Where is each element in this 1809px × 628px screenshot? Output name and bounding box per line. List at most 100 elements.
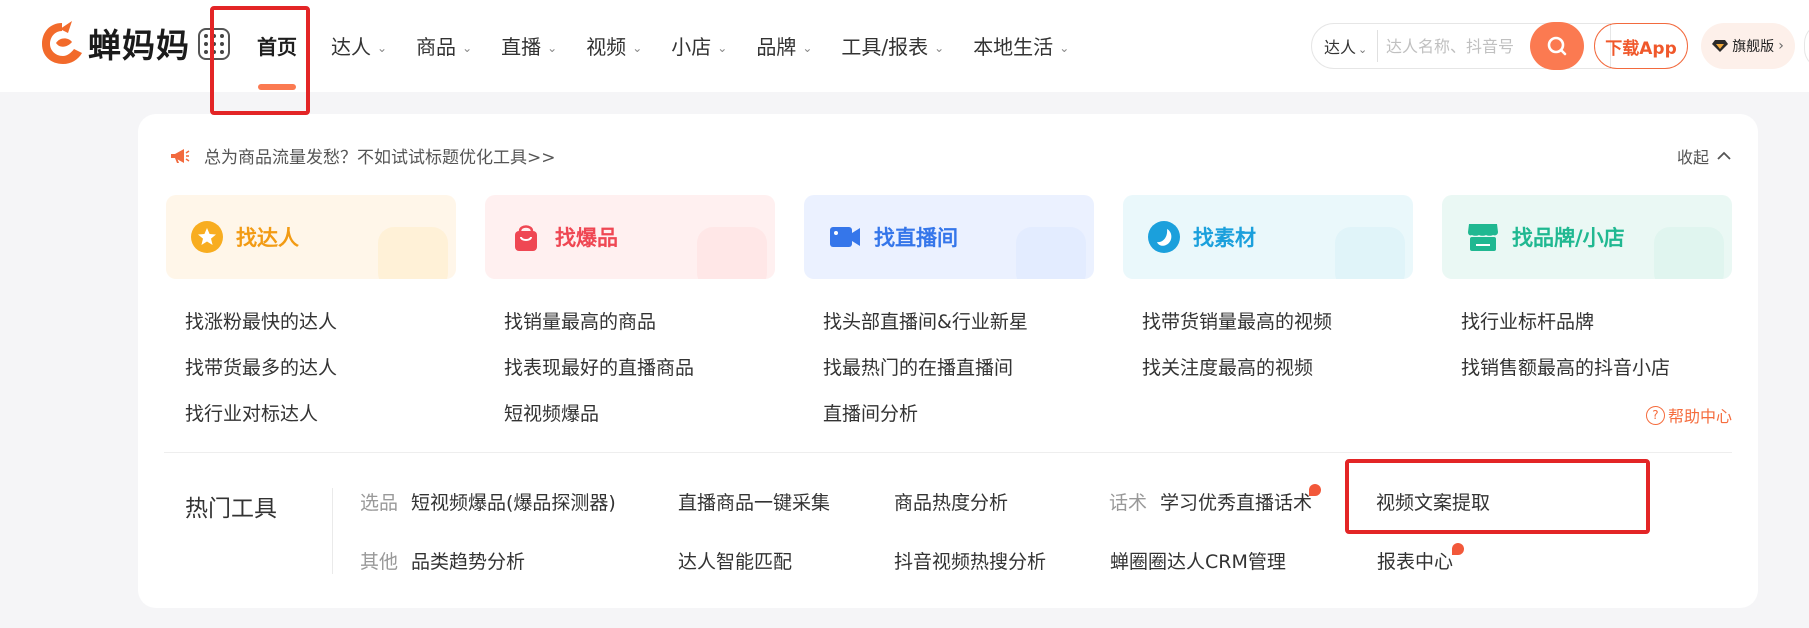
- nav-label: 小店: [671, 35, 712, 59]
- tool-category-trend[interactable]: 品类趋势分析: [411, 547, 525, 574]
- clipped-button[interactable]: [1804, 23, 1809, 69]
- card-decoration: [697, 227, 767, 279]
- quick-link[interactable]: 找带货最多的达人: [185, 353, 504, 399]
- card-find-influencer[interactable]: 找达人: [166, 195, 456, 279]
- quick-link[interactable]: 找关注度最高的视频: [1142, 353, 1461, 399]
- quick-link[interactable]: 直播间分析: [823, 399, 1142, 445]
- links-brand-shop: 找行业标杆品牌 找销售额最高的抖音小店: [1461, 307, 1780, 445]
- collapse-button[interactable]: 收起: [1677, 144, 1731, 168]
- card-find-hot-product[interactable]: 找爆品: [485, 195, 775, 279]
- search-type-select[interactable]: 达人 ⌄: [1312, 34, 1377, 58]
- chevron-down-icon: ⌄: [1358, 43, 1368, 56]
- collapse-label: 收起: [1676, 148, 1709, 167]
- nav-label: 首页: [257, 35, 297, 59]
- chevron-down-icon: ⌄: [547, 41, 558, 55]
- top-navigation-bar: 蝉妈妈 首页 达人 ⌄ 商品 ⌄ 直播 ⌄ 视频 ⌄ 小店 ⌄ 品牌 ⌄ 工具/报表 ⌄ 本地…: [0, 0, 1809, 92]
- logo-mark-icon: [42, 21, 82, 64]
- card-decoration: [1016, 227, 1086, 279]
- help-center-link[interactable]: ? 帮助中心: [1645, 403, 1732, 427]
- nav-item-product[interactable]: 商品 ⌄: [399, 0, 484, 92]
- tool-video-copy-extract[interactable]: 视频文案提取: [1376, 488, 1490, 515]
- promo-notice-text: 总为商品流量发愁？不如试试标题优化工具>>: [204, 148, 556, 168]
- quick-link[interactable]: 找最热门的在播直播间: [823, 353, 1142, 399]
- shopping-bag-icon: [515, 225, 537, 251]
- card-title: 找达人: [236, 226, 299, 250]
- card-decoration: [1654, 227, 1724, 279]
- tool-category-other: 其他: [360, 551, 399, 573]
- quick-link[interactable]: 找行业标杆品牌: [1461, 307, 1780, 353]
- nav-item-local-life[interactable]: 本地生活 ⌄: [956, 0, 1081, 92]
- quick-link[interactable]: 找头部直播间&行业新星: [823, 307, 1142, 353]
- chevron-down-icon: ⌄: [632, 41, 643, 55]
- links-live-room: 找头部直播间&行业新星 找最热门的在播直播间 直播间分析: [823, 307, 1142, 445]
- links-material: 找带货销量最高的视频 找关注度最高的视频: [1142, 307, 1461, 445]
- tool-live-product-collect[interactable]: 直播商品一键采集: [678, 488, 830, 515]
- links-influencer: 找涨粉最快的达人 找带货最多的达人 找行业对标达人: [185, 307, 504, 445]
- card-find-live-room[interactable]: 找直播间: [804, 195, 1094, 279]
- nav-item-shop[interactable]: 小店 ⌄: [654, 0, 739, 92]
- card-decoration: [1335, 227, 1405, 279]
- card-title: 找品牌/小店: [1512, 226, 1625, 250]
- hot-tools-divider: [332, 488, 333, 574]
- quick-link[interactable]: 找行业对标达人: [185, 399, 504, 445]
- tool-category-script: 话术: [1109, 492, 1148, 514]
- nav-label: 工具/报表: [841, 35, 929, 59]
- card-decoration: [378, 227, 448, 279]
- tool-video-hot-search[interactable]: 抖音视频热搜分析: [894, 547, 1046, 574]
- nav-label: 视频: [586, 35, 627, 59]
- grid-menu-icon[interactable]: [198, 28, 230, 60]
- promo-notice[interactable]: 总为商品流量发愁？不如试试标题优化工具>>: [170, 143, 556, 168]
- chevron-down-icon: ⌄: [717, 41, 728, 55]
- tool-influencer-crm[interactable]: 蝉圈圈达人CRM管理: [1110, 547, 1286, 574]
- question-icon: ?: [1645, 405, 1665, 425]
- quick-link[interactable]: 找销售额最高的抖音小店: [1461, 353, 1780, 399]
- nav-label: 达人: [331, 35, 371, 59]
- nav-item-live[interactable]: 直播 ⌄: [484, 0, 569, 92]
- chevron-down-icon: ⌄: [802, 41, 813, 55]
- nav-item-video[interactable]: 视频 ⌄: [569, 0, 654, 92]
- card-title: 找直播间: [874, 226, 958, 250]
- megaphone-icon: [171, 148, 190, 163]
- quick-links: 找涨粉最快的达人 找带货最多的达人 找行业对标达人 找销量最高的商品 找表现最好…: [185, 307, 1780, 445]
- hot-tools-title: 热门工具: [185, 496, 277, 522]
- home-dropdown-panel: 总为商品流量发愁？不如试试标题优化工具>> 收起 找达人 找爆品 找直播间 找素…: [138, 114, 1758, 608]
- logo[interactable]: 蝉妈妈: [38, 18, 190, 68]
- card-find-material[interactable]: 找素材: [1123, 195, 1413, 279]
- tool-live-script-learning[interactable]: 学习优秀直播话术: [1160, 488, 1312, 515]
- nav-item-brand[interactable]: 品牌 ⌄: [739, 0, 824, 92]
- nav-item-tools-reports[interactable]: 工具/报表 ⌄: [824, 0, 956, 92]
- chevron-down-icon: ⌄: [1059, 41, 1070, 55]
- star-icon: [191, 221, 223, 253]
- new-badge-icon: [1452, 543, 1464, 555]
- tool-short-video-hot-product[interactable]: 短视频爆品(爆品探测器): [411, 488, 616, 515]
- quick-link[interactable]: 找带货销量最高的视频: [1142, 307, 1461, 353]
- chevron-down-icon: ⌄: [934, 41, 945, 55]
- main-nav: 首页 达人 ⌄ 商品 ⌄ 直播 ⌄ 视频 ⌄ 小店 ⌄ 品牌 ⌄ 工具/报表 ⌄ 本地生活 ⌄: [240, 0, 1081, 92]
- quick-link[interactable]: 找表现最好的直播商品: [504, 353, 823, 399]
- search-button[interactable]: [1530, 22, 1584, 70]
- card-title: 找素材: [1193, 226, 1256, 250]
- search-input[interactable]: [1378, 36, 1528, 56]
- divider: [164, 452, 1732, 453]
- flagship-edition-button[interactable]: 旗舰版 ›: [1701, 23, 1795, 69]
- nav-item-home[interactable]: 首页: [240, 0, 314, 92]
- tool-category-selection: 选品: [360, 492, 399, 514]
- tool-report-center[interactable]: 报表中心: [1377, 547, 1453, 574]
- quick-link[interactable]: 找销量最高的商品: [504, 307, 823, 353]
- quick-link[interactable]: 找涨粉最快的达人: [185, 307, 504, 353]
- chevron-right-icon: ›: [1778, 38, 1784, 54]
- quick-link[interactable]: 短视频爆品: [504, 399, 823, 445]
- tool-influencer-match[interactable]: 达人智能匹配: [678, 547, 792, 574]
- download-app-button[interactable]: 下载App: [1594, 23, 1688, 69]
- help-center-label: 帮助中心: [1667, 407, 1732, 426]
- tool-product-heat-analysis[interactable]: 商品热度分析: [894, 488, 1008, 515]
- nav-item-influencer[interactable]: 达人 ⌄: [314, 0, 399, 92]
- links-product: 找销量最高的商品 找表现最好的直播商品 短视频爆品: [504, 307, 823, 445]
- nav-label: 本地生活: [973, 35, 1054, 59]
- moon-icon: [1148, 221, 1180, 253]
- logo-text: 蝉妈妈: [88, 26, 190, 65]
- search-type-label: 达人: [1324, 38, 1357, 57]
- chevron-down-icon: ⌄: [462, 41, 473, 55]
- feature-cards: 找达人 找爆品 找直播间 找素材 找品牌/小店: [166, 195, 1732, 279]
- card-find-brand-shop[interactable]: 找品牌/小店: [1442, 195, 1732, 279]
